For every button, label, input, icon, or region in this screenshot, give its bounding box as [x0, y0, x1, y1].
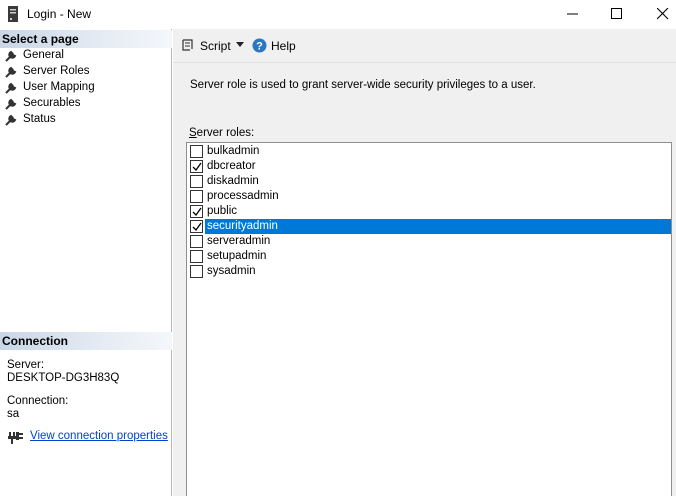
role-row-securityadmin[interactable]: securityadmin [188, 219, 672, 234]
close-icon [657, 8, 669, 20]
page-item-securables[interactable]: Securables [4, 96, 164, 112]
wrench-icon [5, 114, 17, 126]
role-row-bulkadmin[interactable]: bulkadmin [188, 144, 672, 159]
role-name: bulkadmin [207, 145, 260, 157]
role-checkbox[interactable] [190, 220, 203, 233]
login-window: Login - New Select a page General Server… [0, 0, 676, 496]
role-name: dbcreator [207, 160, 256, 172]
help-icon[interactable]: ? [252, 38, 267, 53]
role-name: diskadmin [207, 175, 259, 187]
chevron-down-icon[interactable] [235, 42, 245, 48]
role-checkbox[interactable] [190, 205, 203, 218]
description-text: Server role is used to grant server-wide… [190, 79, 536, 91]
page-item-label: Status [23, 113, 56, 125]
page-item-user-mapping[interactable]: User Mapping [4, 80, 164, 96]
role-checkbox[interactable] [190, 265, 203, 278]
role-name: sysadmin [207, 265, 256, 277]
title-bar[interactable]: Login - New [0, 0, 676, 29]
role-row-processadmin[interactable]: processadmin [188, 189, 672, 204]
role-checkbox[interactable] [190, 190, 203, 203]
role-name: securityadmin [205, 219, 671, 234]
page-item-label: Server Roles [23, 65, 90, 77]
role-row-setupadmin[interactable]: setupadmin [188, 249, 672, 264]
role-row-serveradmin[interactable]: serveradmin [188, 234, 672, 249]
wrench-icon [5, 66, 17, 78]
role-row-public[interactable]: public [188, 204, 672, 219]
page-item-label: User Mapping [23, 81, 95, 93]
checkmark-icon [192, 162, 202, 172]
role-row-diskadmin[interactable]: diskadmin [188, 174, 672, 189]
server-roles-label-text: erver roles: [196, 127, 255, 139]
role-name: setupadmin [207, 250, 267, 262]
toolbar: Script ? Help [173, 29, 676, 62]
role-checkbox[interactable] [190, 160, 203, 173]
server-roles-list[interactable]: bulkadmin dbcreator diskadmin processadm… [186, 142, 672, 496]
page-item-label: Securables [23, 97, 81, 109]
select-page-header: Select a page [0, 30, 172, 48]
window-title: Login - New [27, 7, 92, 21]
connection-label: Connection: [7, 395, 69, 407]
role-name: public [207, 205, 238, 217]
minimize-icon [567, 13, 578, 15]
role-checkbox[interactable] [190, 175, 203, 188]
help-button[interactable]: Help [271, 39, 296, 53]
svg-text:?: ? [256, 41, 263, 53]
checkmark-icon [192, 222, 202, 232]
checkmark-icon [192, 207, 202, 217]
role-checkbox[interactable] [190, 250, 203, 263]
close-button[interactable] [640, 0, 676, 29]
role-checkbox[interactable] [190, 145, 203, 158]
server-label: Server: [7, 359, 45, 371]
maximize-icon [611, 8, 622, 19]
wrench-icon [5, 98, 17, 110]
script-icon [182, 39, 193, 51]
maximize-button[interactable] [594, 0, 640, 29]
page-item-label: General [23, 49, 64, 61]
right-pane: Script ? Help Server role is used to gra… [173, 29, 676, 496]
view-connection-properties-link[interactable]: View connection properties [30, 430, 168, 442]
connection-header: Connection [0, 332, 172, 350]
connection-value: sa [7, 408, 20, 420]
role-name: processadmin [207, 190, 279, 202]
role-checkbox[interactable] [190, 235, 203, 248]
server-value: DESKTOP-DG3H83Q [7, 372, 120, 384]
minimize-button[interactable] [550, 0, 596, 29]
page-item-general[interactable]: General [4, 48, 164, 64]
wrench-icon [5, 82, 17, 94]
role-row-sysadmin[interactable]: sysadmin [188, 264, 672, 279]
plug-icon [8, 432, 23, 444]
server-roles-label-accesskey: S [189, 127, 197, 139]
server-icon [8, 6, 18, 22]
script-button[interactable]: Script [200, 39, 231, 53]
toolbar-divider [173, 62, 676, 63]
page-item-server-roles[interactable]: Server Roles [4, 64, 164, 80]
role-row-dbcreator[interactable]: dbcreator [188, 159, 672, 174]
wrench-icon [5, 50, 17, 62]
page-item-status[interactable]: Status [4, 112, 164, 128]
role-name: serveradmin [207, 235, 271, 247]
left-pane: Select a page General Server Roles User … [0, 29, 172, 496]
server-roles-label: Server roles: [189, 127, 254, 139]
